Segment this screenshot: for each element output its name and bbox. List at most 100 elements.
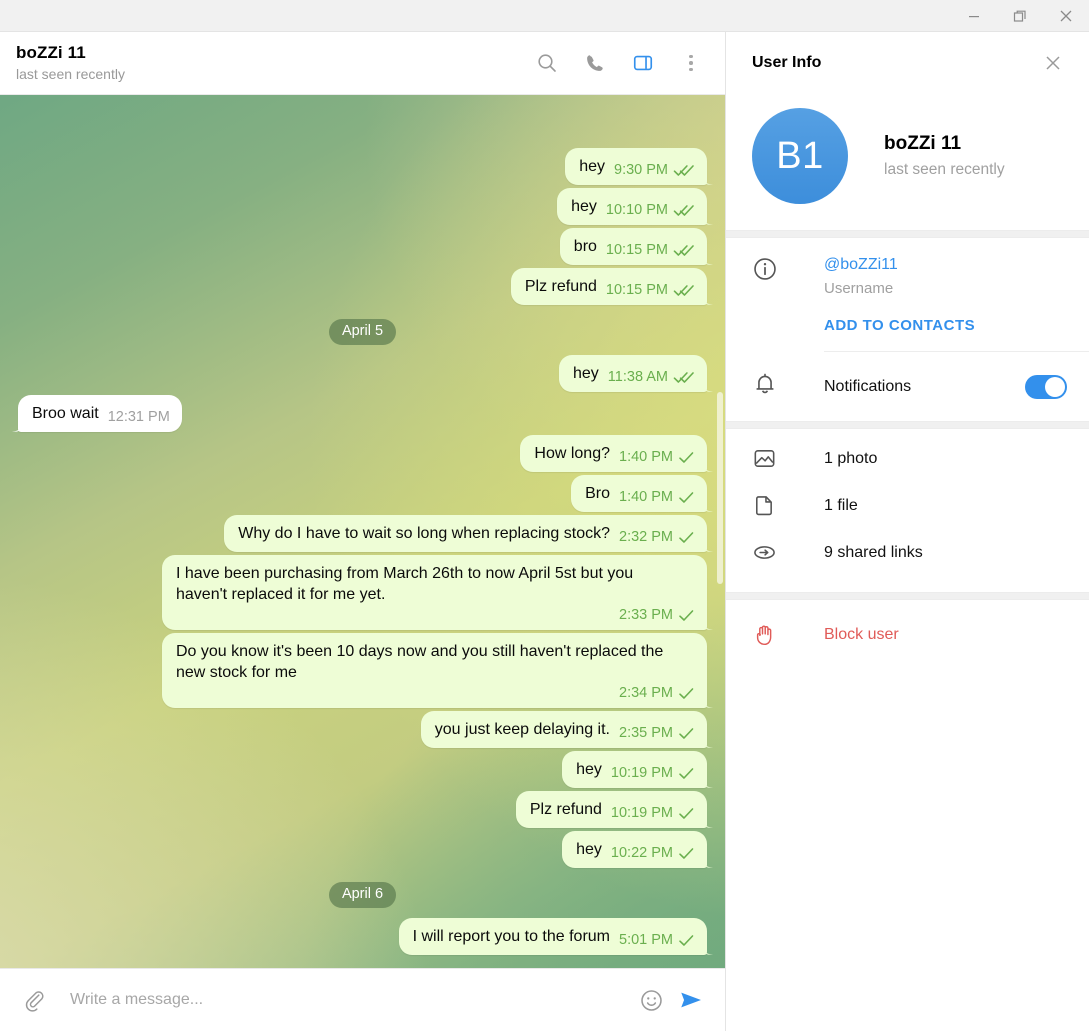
message-text: hey — [576, 841, 602, 858]
outgoing-message-bubble[interactable]: bro 10:15 PM — [559, 228, 707, 265]
outgoing-message-bubble[interactable]: hey 10:10 PM — [557, 188, 707, 225]
message-row: Do you know it's been 10 days now and yo… — [18, 633, 707, 708]
tick-double-icon — [673, 205, 694, 216]
close-icon[interactable] — [1033, 43, 1073, 83]
tick-single-icon — [679, 848, 694, 859]
tick-single-icon — [679, 808, 694, 819]
chat-title: boZZi 11 — [16, 43, 86, 62]
block-hand-icon — [752, 622, 796, 648]
message-row: Plz refund 10:19 PM — [18, 791, 707, 828]
username-row[interactable]: @boZZi11 Username — [726, 238, 1089, 301]
message-text: Broo wait — [32, 405, 99, 422]
chat-scrollbar-thumb[interactable] — [717, 391, 723, 584]
tick-single-icon — [679, 728, 694, 739]
message-time: 1:40 PM — [619, 449, 673, 465]
username-value[interactable]: @boZZi11 — [824, 254, 1073, 275]
message-row: hey 10:10 PM — [18, 188, 707, 225]
close-button[interactable] — [1043, 0, 1089, 32]
message-text: hey — [573, 365, 599, 382]
notifications-toggle[interactable] — [1025, 374, 1067, 399]
message-time: 2:34 PM — [619, 685, 673, 701]
profile-name: boZZi 11 — [884, 132, 962, 154]
incoming-message-bubble[interactable]: Broo wait 12:31 PM — [18, 395, 182, 432]
outgoing-message-bubble[interactable]: Why do I have to wait so long when repla… — [224, 515, 707, 552]
message-time: 5:01 PM — [619, 932, 673, 948]
search-icon[interactable] — [527, 43, 567, 83]
message-text: bro — [573, 238, 597, 255]
message-meta: 2:34 PM — [619, 685, 695, 702]
chat-header-titles[interactable]: boZZi 11 last seen recently — [16, 43, 527, 83]
message-meta: 10:15 PM — [606, 242, 695, 259]
tick-single-icon — [679, 452, 694, 463]
message-row: Plz refund 10:15 PM — [18, 268, 707, 305]
outgoing-message-bubble[interactable]: I will report you to the forum 5:01 PM — [398, 918, 707, 955]
tick-single-icon — [679, 492, 694, 503]
chat-status: last seen recently — [16, 66, 125, 82]
message-row: hey 10:19 PM — [18, 751, 707, 788]
restore-button[interactable] — [997, 0, 1043, 32]
outgoing-message-bubble[interactable]: How long? 1:40 PM — [520, 435, 707, 472]
message-meta: 2:32 PM — [619, 529, 695, 546]
tick-double-icon — [673, 165, 694, 176]
send-icon[interactable] — [671, 980, 711, 1020]
message-text: Plz refund — [529, 801, 602, 818]
message-row: How long? 1:40 PM — [18, 435, 707, 472]
message-text: How long? — [534, 445, 610, 462]
date-separator-label: April 6 — [328, 882, 397, 908]
shared-media-label: 1 file — [824, 496, 858, 514]
tick-single-icon — [679, 768, 694, 779]
message-meta: 2:33 PM — [619, 607, 695, 624]
message-time: 10:19 PM — [610, 805, 673, 821]
outgoing-message-bubble[interactable]: Bro 1:40 PM — [571, 475, 707, 512]
message-text: Plz refund — [524, 278, 597, 295]
message-row: hey 10:22 PM — [18, 831, 707, 868]
outgoing-message-bubble[interactable]: Do you know it's been 10 days now and yo… — [162, 633, 707, 708]
message-input[interactable] — [54, 980, 631, 1020]
chat-header: boZZi 11 last seen recently — [0, 32, 725, 95]
outgoing-message-bubble[interactable]: hey 9:30 PM — [565, 148, 707, 185]
outgoing-message-bubble[interactable]: hey 11:38 AM — [559, 355, 707, 392]
shared-media-label: 1 photo — [824, 449, 878, 467]
more-menu-icon[interactable] — [671, 43, 711, 83]
outgoing-message-bubble[interactable]: I have been purchasing from March 26th t… — [162, 555, 707, 630]
message-text: hey — [571, 198, 597, 215]
message-time: 2:33 PM — [619, 607, 673, 623]
message-meta: 10:22 PM — [611, 845, 695, 862]
outgoing-message-bubble[interactable]: you just keep delaying it. 2:35 PM — [420, 711, 707, 748]
notifications-row[interactable]: Notifications — [726, 352, 1089, 421]
tick-single-icon — [679, 610, 694, 621]
message-meta: 10:19 PM — [611, 805, 695, 822]
avatar: B1 — [752, 108, 848, 204]
shared-media-row[interactable]: 9 shared links — [726, 529, 1089, 576]
minimize-button[interactable] — [951, 0, 997, 32]
notifications-label: Notifications — [824, 377, 912, 395]
message-meta: 1:40 PM — [619, 449, 695, 466]
bell-icon — [752, 371, 796, 402]
tick-single-icon — [679, 688, 694, 699]
message-row: Broo wait 12:31 PM — [18, 395, 707, 432]
emoji-icon[interactable] — [631, 980, 671, 1020]
paperclip-icon[interactable] — [14, 980, 54, 1020]
outgoing-message-bubble[interactable]: Plz refund 10:19 PM — [515, 791, 707, 828]
outgoing-message-bubble[interactable]: Plz refund 10:15 PM — [510, 268, 707, 305]
info-panel-toggle-icon[interactable] — [623, 43, 663, 83]
add-to-contacts-button[interactable]: ADD TO CONTACTS — [726, 301, 1089, 351]
message-row: bro 10:15 PM — [18, 228, 707, 265]
profile-summary[interactable]: B1 boZZi 11 last seen recently — [726, 94, 1089, 230]
block-user-row[interactable]: Block user — [726, 600, 1089, 670]
outgoing-message-bubble[interactable]: hey 10:19 PM — [562, 751, 707, 788]
photo-icon — [752, 446, 796, 471]
message-text: I have been purchasing from March 26th t… — [176, 565, 638, 603]
info-panel-title: User Info — [752, 54, 822, 71]
message-time: 10:15 PM — [605, 282, 668, 298]
shared-media-row[interactable]: 1 photo — [726, 435, 1089, 482]
profile-texts: boZZi 11 last seen recently — [884, 132, 1005, 181]
phone-icon[interactable] — [575, 43, 615, 83]
message-text: you just keep delaying it. — [434, 721, 610, 738]
outgoing-message-bubble[interactable]: hey 10:22 PM — [562, 831, 707, 868]
chat-column: boZZi 11 last seen recently hey 9:30 PM … — [0, 32, 725, 1031]
block-user-label: Block user — [824, 626, 899, 643]
shared-media-list: 1 photo 1 file 9 shared links — [726, 429, 1089, 592]
shared-media-row[interactable]: 1 file — [726, 482, 1089, 529]
chat-scrollbar[interactable] — [717, 95, 723, 968]
